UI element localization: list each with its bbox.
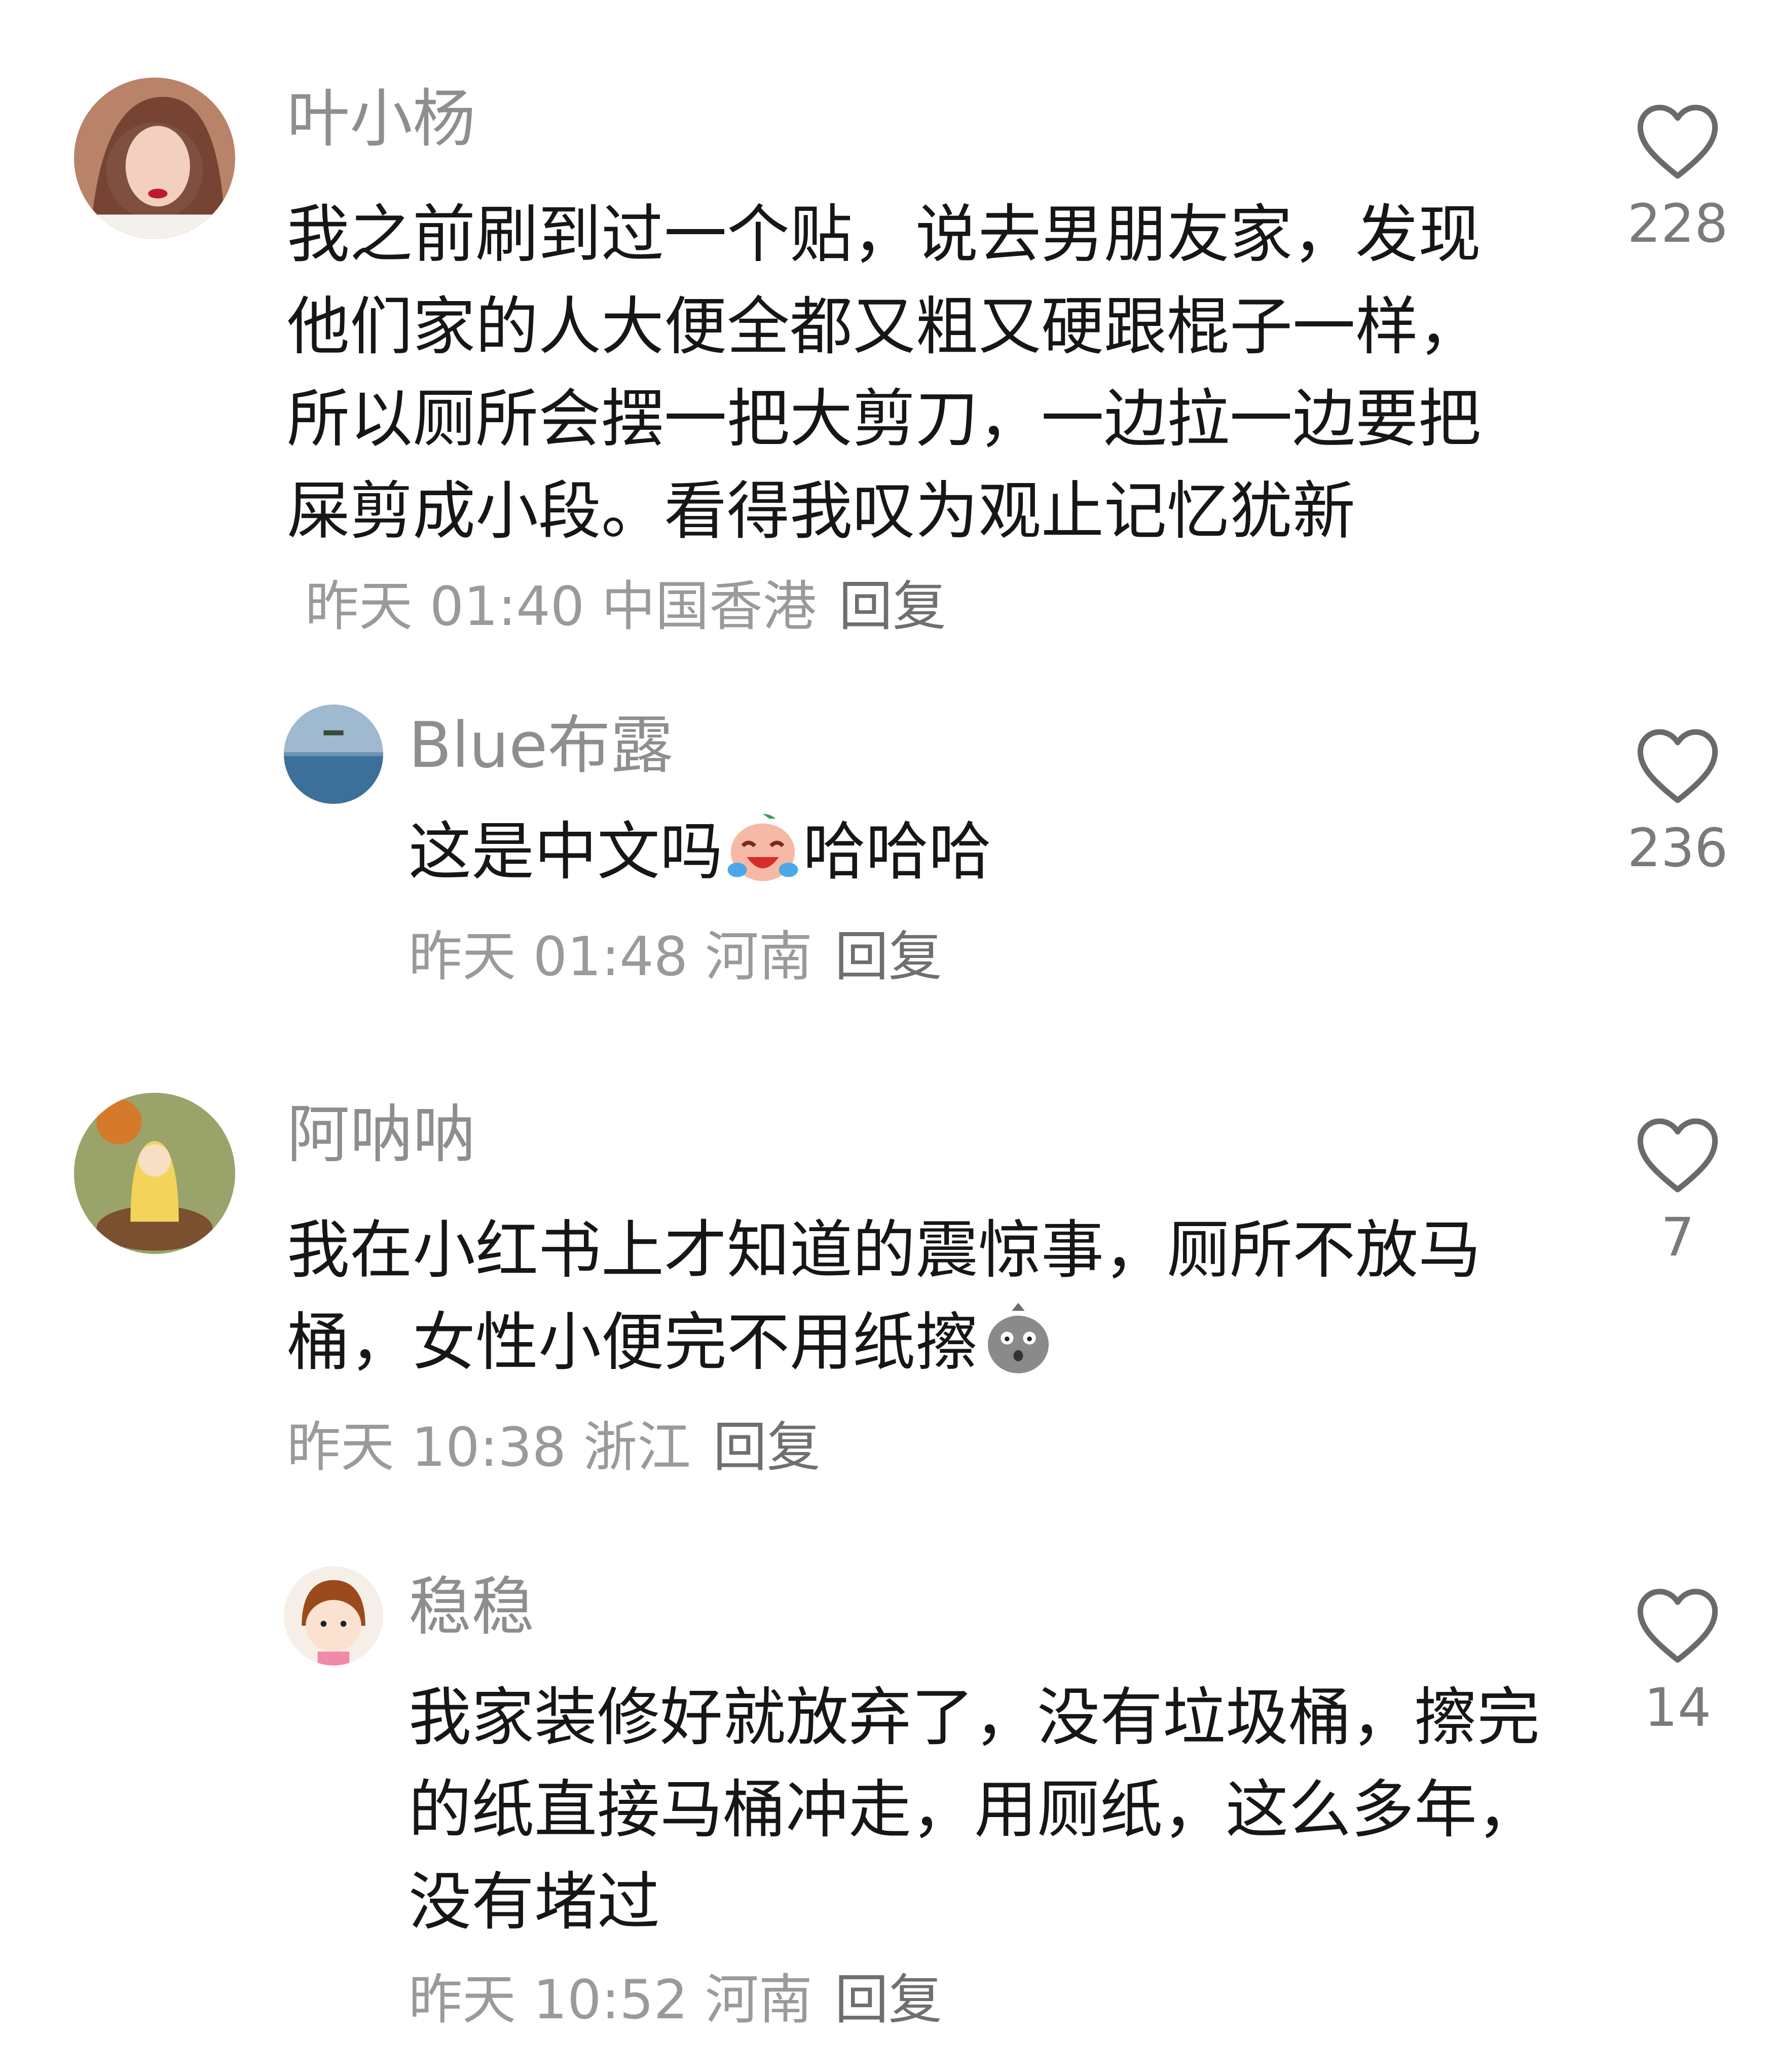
heart-outline-icon bbox=[1637, 104, 1718, 179]
reply-button[interactable]: 回复 bbox=[713, 1416, 821, 1478]
comment-meta: 昨天 10:38 浙江 bbox=[287, 1416, 691, 1478]
comment-meta-line: 昨天 10:38 浙江 回复 bbox=[287, 1412, 821, 1483]
avatar[interactable] bbox=[284, 1566, 383, 1666]
avatar-sea-photo-icon bbox=[284, 705, 383, 804]
heart-outline-icon bbox=[1637, 1588, 1718, 1663]
comment-body: 这是中文吗 bbox=[409, 816, 723, 889]
like-button[interactable]: 14 bbox=[1617, 1583, 1738, 1741]
username[interactable]: 阿呐呐 bbox=[287, 1097, 475, 1173]
like-button[interactable]: 236 bbox=[1617, 724, 1738, 881]
like-count: 7 bbox=[1660, 1206, 1695, 1268]
reply-button[interactable]: 回复 bbox=[835, 1969, 942, 2031]
comment-text: 我在小红书上才知道的震惊事，厕所不放马桶，女性小便完不用纸擦 bbox=[287, 1204, 1493, 1389]
comment-body: 我在小红书上才知道的震惊事，厕所不放马桶，女性小便完不用纸擦 bbox=[287, 1214, 1482, 1379]
username[interactable]: 稳稳 bbox=[409, 1569, 534, 1645]
username[interactable]: 叶小杨 bbox=[287, 81, 475, 157]
username[interactable]: Blue布露 bbox=[409, 708, 673, 784]
comment-meta-line: 昨天 10:52 河南 回复 bbox=[409, 1965, 942, 2036]
comment-text: 我家装修好就放弃了，没有垃圾桶，擦完的纸直接马桶冲走，用厕纸，这么多年，没有堵过 bbox=[409, 1672, 1544, 1948]
comment-body: 我家装修好就放弃了，没有垃圾桶，擦完的纸直接马桶冲走，用厕纸，这么多年，没有堵过 bbox=[409, 1681, 1540, 1939]
reply-button[interactable]: 回复 bbox=[835, 926, 942, 988]
shocked-face-emoji-icon bbox=[987, 1303, 1049, 1374]
avatar-cartoon-girl-icon bbox=[74, 1093, 235, 1254]
comment-body-tail: 哈哈哈 bbox=[803, 816, 992, 889]
avatar-woman-photo-icon bbox=[74, 78, 235, 239]
crying-laughing-emoji-icon bbox=[727, 813, 798, 881]
comment-text: 我之前刷到过一个贴，说去男朋友家，发现他们家的人大便全都又粗又硬跟棍子一样，所以… bbox=[287, 189, 1493, 653]
like-button[interactable]: 228 bbox=[1617, 99, 1738, 256]
reply-button[interactable]: 回复 bbox=[839, 575, 946, 638]
like-count: 14 bbox=[1644, 1677, 1712, 1738]
heart-outline-icon bbox=[1637, 729, 1718, 803]
like-count: 228 bbox=[1627, 193, 1728, 254]
avatar[interactable] bbox=[74, 1093, 235, 1254]
comment-text: 这是中文吗 哈哈哈 bbox=[409, 806, 1524, 898]
comment-meta: 昨天 01:40 中国香港 bbox=[305, 575, 817, 638]
comment-meta: 昨天 01:48 河南 bbox=[409, 926, 812, 988]
like-count: 236 bbox=[1627, 817, 1728, 879]
comment-meta: 昨天 10:52 河南 bbox=[409, 1969, 812, 2031]
heart-outline-icon bbox=[1637, 1118, 1718, 1193]
avatar-cartoon-kid-icon bbox=[284, 1566, 383, 1666]
comment-meta-line: 昨天 01:48 河南 回复 bbox=[409, 921, 942, 992]
like-button[interactable]: 7 bbox=[1617, 1113, 1738, 1270]
avatar[interactable] bbox=[74, 78, 235, 239]
avatar[interactable] bbox=[284, 705, 383, 804]
comment-body: 我之前刷到过一个贴，说去男朋友家，发现他们家的人大便全都又粗又硬跟棍子一样，所以… bbox=[287, 198, 1482, 548]
